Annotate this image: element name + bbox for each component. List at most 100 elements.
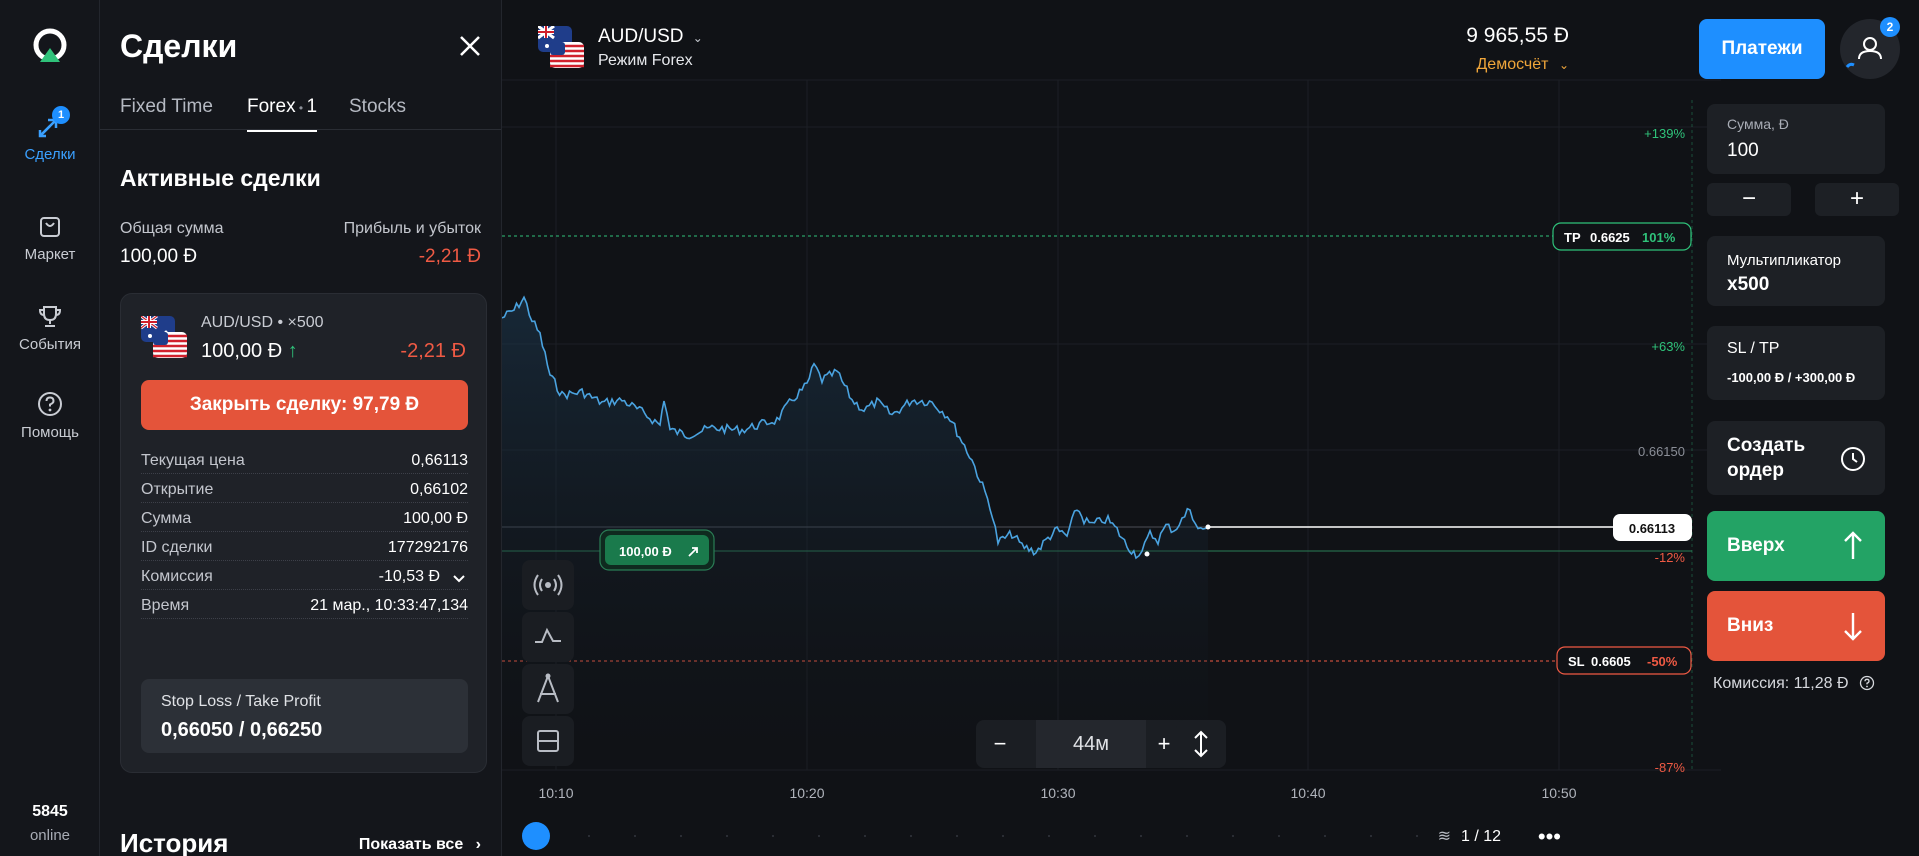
amount-decrease-button[interactable]: − xyxy=(1707,183,1791,216)
show-all-label: Показать все xyxy=(358,836,464,853)
chart-area[interactable]: +139% +63% 0.66150 -12% -87% 10:10 10:20… xyxy=(502,0,1721,856)
pager[interactable]: ≋ 1 / 12 xyxy=(1438,826,1501,846)
tab-stocks[interactable]: Stocks xyxy=(349,96,406,130)
indicator-line-icon xyxy=(535,627,561,643)
rail-item-label: Сделки xyxy=(24,146,76,163)
asset-name[interactable]: AUD/USD ⌄ xyxy=(598,26,703,48)
sltp-value: 0,66050 / 0,66250 xyxy=(161,719,323,741)
autoscale-button[interactable] xyxy=(1176,720,1226,768)
show-all-link[interactable]: Показать все › xyxy=(359,836,481,854)
layers-icon: ≋ xyxy=(1437,828,1451,845)
amount-value[interactable]: 100 xyxy=(1727,140,1759,162)
layout-tool-button[interactable] xyxy=(522,716,574,766)
rail-item-market[interactable]: Маркет xyxy=(0,212,100,263)
sl-percent: -50% xyxy=(1647,654,1678,669)
zoom-out-button[interactable]: − xyxy=(976,720,1024,768)
account-type-label: Демосчёт xyxy=(1476,56,1549,73)
x-label: 10:50 xyxy=(1541,785,1576,801)
profit-loss-value: -2,21 Đ xyxy=(418,246,481,267)
trade-card[interactable]: AUD/USD • ×500 100,00 Đ ↑ -2,21 Đ Закрыт… xyxy=(120,293,487,773)
zoom-level: 44м xyxy=(1036,720,1146,768)
trade-panel-right: Платежи 2 Сумма, Đ 100 − + Мультипликато… xyxy=(1699,0,1919,856)
sl-label: SL xyxy=(1568,654,1585,669)
detail-key: Время xyxy=(141,597,190,614)
chevron-right-icon: › xyxy=(475,836,481,853)
drawing-tool-button[interactable] xyxy=(522,664,574,714)
stop-loss-take-profit-box[interactable]: Stop Loss / Take Profit 0,66050 / 0,6625… xyxy=(141,679,468,753)
online-count: 5845 xyxy=(32,803,68,820)
trade-detail-row: Время 21 мар., 10:33:47,134 xyxy=(141,597,468,619)
rail-item-help[interactable]: Помощь xyxy=(0,390,100,441)
trade-detail-row-commission[interactable]: Комиссия -10,53 Đ xyxy=(141,568,468,590)
x-label: 10:20 xyxy=(789,785,824,801)
rail-item-events[interactable]: События xyxy=(0,302,100,353)
arrow-up-icon xyxy=(1844,531,1862,559)
row-divider xyxy=(141,618,468,619)
row-divider xyxy=(141,531,468,532)
y-label: 0.66150 xyxy=(1638,444,1685,459)
chevron-down-icon: ⌄ xyxy=(692,31,703,45)
position-tag[interactable]: 100,00 Đ xyxy=(599,529,715,571)
amount-increase-button[interactable]: + xyxy=(1815,183,1899,216)
commission-text: Комиссия: 11,28 Đ xyxy=(1713,675,1849,692)
detail-value: 21 мар., 10:33:47,134 xyxy=(310,597,468,614)
app-root: 1 Сделки Маркет События Помощь 5845 onli… xyxy=(0,0,1919,856)
detail-value: 0,66102 xyxy=(410,481,468,498)
trade-detail-row: Текущая цена 0,66113 xyxy=(141,452,468,474)
asset-name-text: AUD/USD xyxy=(598,26,684,47)
aud-usd-flag-icon xyxy=(141,316,187,358)
detail-value: 100,00 Đ xyxy=(403,510,468,527)
split-layout-icon xyxy=(537,730,559,752)
signals-tool-button[interactable] xyxy=(522,560,574,610)
rail-item-label: Помощь xyxy=(21,424,79,441)
more-options-button[interactable]: ••• xyxy=(1538,824,1561,850)
broadcast-icon xyxy=(533,574,563,596)
sltp-label: Stop Loss / Take Profit xyxy=(161,693,321,710)
online-counter: 5845 online xyxy=(0,803,100,844)
up-label: Вверх xyxy=(1727,535,1785,556)
detail-key: Текущая цена xyxy=(141,452,245,469)
detail-key: ID сделки xyxy=(141,539,213,556)
y-label: -87% xyxy=(1655,760,1686,775)
x-label: 10:10 xyxy=(538,785,573,801)
account-type[interactable]: Демосчёт ⌄ xyxy=(1466,56,1569,74)
current-price-value: 0.66113 xyxy=(1629,521,1675,536)
help-question-icon[interactable] xyxy=(1859,675,1875,691)
tab-label: Fixed Time xyxy=(120,96,213,117)
multiplier-field[interactable]: Мультипликатор x500 xyxy=(1707,236,1885,306)
rail-item-trades[interactable]: 1 Сделки xyxy=(0,106,100,163)
amount-field[interactable]: Сумма, Đ 100 xyxy=(1707,104,1885,174)
stop-loss-tag[interactable]: SL 0.6605 -50% xyxy=(1556,646,1692,675)
close-icon[interactable] xyxy=(456,32,484,60)
trade-detail-row: Сумма 100,00 Đ xyxy=(141,510,468,532)
row-divider xyxy=(141,473,468,474)
tab-fixed-time[interactable]: Fixed Time xyxy=(120,96,213,130)
aud-usd-flag-icon xyxy=(538,26,584,68)
chevron-down-icon[interactable] xyxy=(452,572,466,586)
brand-logo[interactable] xyxy=(30,28,70,68)
payments-button[interactable]: Платежи xyxy=(1699,19,1825,79)
timeline-handle[interactable] xyxy=(522,822,550,850)
y-label: +63% xyxy=(1651,339,1685,354)
create-order-button[interactable]: Создать ордер xyxy=(1707,421,1885,495)
down-label: Вниз xyxy=(1727,615,1774,636)
tp-percent: 101% xyxy=(1642,230,1676,245)
sell-down-button[interactable]: Вниз xyxy=(1707,591,1885,661)
indicators-tool-button[interactable] xyxy=(522,612,574,662)
tab-forex[interactable]: Forex • 1 xyxy=(247,96,318,132)
panel-title: Сделки xyxy=(120,28,238,64)
close-trade-button[interactable]: Закрыть сделку: 97,79 Đ xyxy=(141,380,468,430)
x-label: 10:30 xyxy=(1040,785,1075,801)
buy-up-button[interactable]: Вверх xyxy=(1707,511,1885,581)
account-balance[interactable]: 9 965,55 Đ Демосчёт ⌄ xyxy=(1466,24,1569,74)
row-divider xyxy=(141,589,468,590)
profit-loss-label: Прибыль и убыток xyxy=(343,220,481,237)
tab-label: Forex xyxy=(247,96,296,117)
sltp-field[interactable]: SL / TP -100,00 Đ / +300,00 Đ xyxy=(1707,326,1885,400)
current-price-tag: 0.66113 xyxy=(1613,514,1692,541)
avatar[interactable]: 2 xyxy=(1840,17,1900,79)
take-profit-tag[interactable]: TP 0.6625 101% xyxy=(1552,222,1692,251)
y-label: +139% xyxy=(1644,126,1685,141)
detail-value: -10,53 Đ xyxy=(378,568,440,585)
pager-label: 1 / 12 xyxy=(1460,828,1501,845)
